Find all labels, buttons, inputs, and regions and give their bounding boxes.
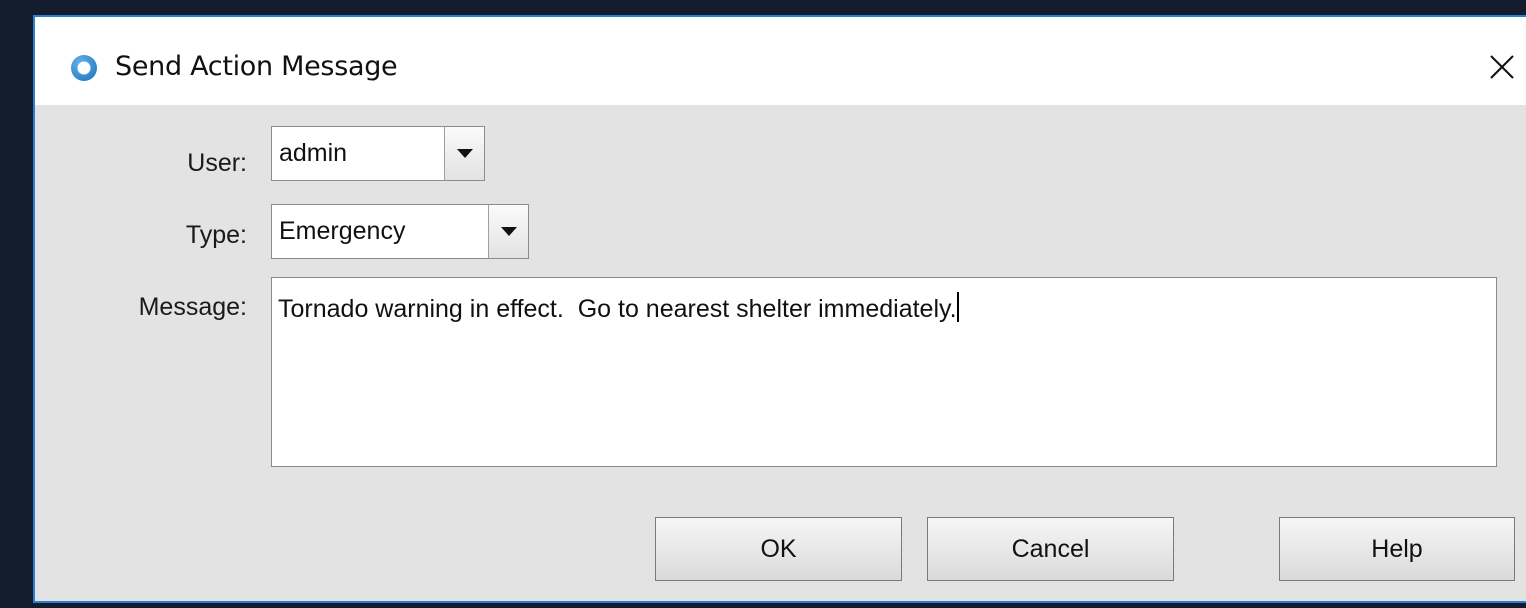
- message-textarea[interactable]: Tornado warning in effect. Go to nearest…: [271, 277, 1497, 467]
- type-select-value: Emergency: [279, 217, 406, 245]
- ok-button[interactable]: OK: [655, 517, 902, 581]
- user-select-value: admin: [279, 139, 348, 167]
- user-label: User:: [187, 149, 247, 177]
- text-caret: [956, 292, 959, 322]
- message-label: Message:: [138, 293, 247, 321]
- chevron-down-icon[interactable]: [444, 127, 484, 180]
- app-ring-icon: [71, 55, 97, 81]
- send-action-message-dialog: Send Action Message User: admin Type: Em…: [33, 15, 1526, 603]
- message-text: Tornado warning in effect. Go to nearest…: [278, 292, 959, 324]
- chevron-down-icon[interactable]: [488, 205, 528, 258]
- dialog-title: Send Action Message: [115, 51, 398, 82]
- type-select[interactable]: Emergency: [271, 204, 529, 259]
- type-label: Type:: [185, 221, 247, 249]
- title-bar[interactable]: Send Action Message: [35, 17, 1526, 105]
- message-text-value: Tornado warning in effect. Go to nearest…: [278, 295, 957, 323]
- user-select[interactable]: admin: [271, 126, 485, 181]
- close-button[interactable]: [1482, 47, 1522, 87]
- close-icon: [1490, 55, 1514, 79]
- help-button[interactable]: Help: [1279, 517, 1515, 581]
- cancel-button[interactable]: Cancel: [927, 517, 1174, 581]
